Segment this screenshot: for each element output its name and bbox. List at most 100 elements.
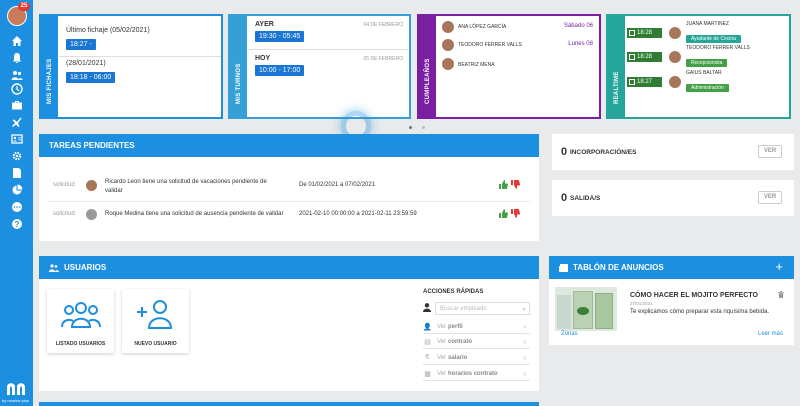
tareas-card: TAREAS PENDIENTES solicitud Ricardo Leon…: [39, 134, 539, 241]
person-icon: 👤: [423, 323, 432, 331]
role-badge: Ayudante de Cocina: [686, 35, 741, 43]
usuarios-header: USUARIOS: [39, 256, 539, 279]
buscar-empleado-select[interactable]: Buscar empleado: [435, 302, 530, 315]
post-date: 27/01/2021: [630, 301, 653, 306]
document-icon: ▤: [424, 338, 431, 346]
role-badge: Recepcionista: [686, 59, 728, 67]
help-icon[interactable]: ?: [9, 217, 24, 230]
post-body: Te explicamos cómo preparar esta riquísi…: [630, 309, 770, 315]
avatar: [668, 26, 682, 40]
acciones-rapidas-title: ACCIONES RÁPIDAS: [423, 289, 484, 295]
nuevo-usuario-tile[interactable]: NUEVO USUARIO: [122, 289, 189, 353]
row-text: Ricardo Leon tiene una solicitud de vaca…: [105, 179, 267, 194]
cogs-icon[interactable]: [9, 149, 24, 162]
cumple-name-0: ANA LÓPEZ GARCÍA: [458, 24, 507, 30]
ver-horarios-action[interactable]: ▦ Ver horarios contrato ›: [423, 367, 530, 381]
carousel-dot[interactable]: [422, 126, 425, 129]
cumple-tab[interactable]: CUMPLEAÑOS: [419, 16, 436, 117]
add-user-icon: [137, 300, 173, 329]
chevron-right-icon: ›: [523, 353, 526, 362]
sidebar: 25 ? by nomina plus: [0, 0, 33, 406]
briefcase-icon[interactable]: [9, 98, 24, 111]
person-icon: [423, 303, 431, 312]
chat-icon[interactable]: [9, 200, 24, 213]
cumple-name-2: BEATRIZ MENA: [458, 62, 495, 68]
users-icon: [49, 263, 59, 272]
ver-salida-button[interactable]: VER: [758, 191, 782, 204]
tareas-header: TAREAS PENDIENTES: [39, 134, 539, 157]
ver-salario-action[interactable]: € Ver salario ›: [423, 351, 530, 365]
next-card-header: [39, 402, 539, 406]
cumple-panel: CUMPLEAÑOS ANA LÓPEZ GARCÍA Sábado 06 TE…: [417, 14, 601, 119]
ver-incorporacion-button[interactable]: VER: [758, 145, 782, 158]
turno-time-1: 10:00 - 17:00: [255, 65, 305, 76]
chevron-right-icon: ›: [523, 369, 526, 378]
clock-in-badge: 18:28: [627, 52, 662, 62]
avatar: [668, 75, 682, 89]
turno-day-0: AYER: [255, 21, 274, 28]
realtime-name: TEODORO FERRER VALLS: [686, 45, 750, 51]
incorporacion-card: 0 INCORPORACIÓN/ES VER: [552, 134, 794, 170]
fichajes-tab[interactable]: MIS FICHAJES: [41, 16, 58, 117]
post-title[interactable]: CÓMO HACER EL MOJITO PERFECTO: [630, 292, 758, 299]
ver-perfil-action[interactable]: 👤 Ver perfil ›: [423, 320, 530, 334]
users-group-icon: [61, 302, 101, 328]
thumbs-down-icon[interactable]: [511, 209, 520, 218]
realtime-name: JUANA MARTINEZ: [686, 21, 729, 27]
trash-icon[interactable]: [778, 291, 784, 298]
pie-chart-icon[interactable]: [9, 183, 24, 196]
leer-mas-link[interactable]: Leer más: [758, 331, 783, 337]
thumbs-up-icon[interactable]: [499, 209, 508, 218]
door-icon: [629, 30, 635, 36]
turnos-tab[interactable]: MIS TURNOS: [230, 16, 247, 117]
id-card-icon[interactable]: [9, 132, 24, 145]
turno-date-0: 04 DE FEBRERO: [363, 22, 403, 28]
listado-usuarios-tile[interactable]: LISTADO USUARIOS: [47, 289, 114, 353]
document-icon[interactable]: [9, 166, 24, 179]
incorporacion-label: INCORPORACIÓN/ES: [570, 149, 637, 156]
row-type: solicitud: [53, 211, 75, 217]
realtime-tab[interactable]: REALTIME: [608, 16, 625, 117]
fichaje-title-0: Último fichaje (05/02/2021): [66, 27, 150, 34]
avatar: [85, 208, 98, 221]
svg-text:?: ?: [14, 220, 19, 229]
fichaje-time-0: 18:27 -: [66, 39, 96, 50]
turno-day-1: HOY: [255, 55, 271, 62]
newspaper-icon: [559, 263, 568, 272]
row-type: solicitud: [53, 182, 75, 188]
role-badge: Administración: [686, 84, 729, 92]
category-link[interactable]: Zonas: [561, 331, 578, 337]
cumple-name-1: TEODORO FERRER VALLS: [458, 42, 522, 48]
thumbs-down-icon[interactable]: [511, 180, 520, 189]
tablon-card: TABLÓN DE ANUNCIOS + CÓMO HACER EL MOJIT…: [549, 256, 794, 345]
add-announcement-button[interactable]: +: [775, 260, 783, 274]
chevron-right-icon: ›: [523, 337, 526, 346]
turno-date-1: 05 DE FEBRERO: [363, 56, 403, 62]
clock-in-badge: 18:28: [627, 28, 662, 38]
fichajes-panel: MIS FICHAJES Último fichaje (05/02/2021)…: [39, 14, 223, 119]
chevron-right-icon: ›: [523, 322, 526, 331]
users-icon[interactable]: [9, 68, 24, 81]
plane-icon[interactable]: [9, 115, 24, 128]
brand-text: by nomina plus: [2, 398, 29, 403]
avatar: [441, 20, 455, 34]
turnos-panel: MIS TURNOS AYER 04 DE FEBRERO 19:30 - 05…: [228, 14, 411, 119]
calendar-icon: ▦: [424, 370, 431, 378]
clock-icon[interactable]: [9, 82, 24, 95]
avatar: [441, 57, 455, 71]
door-icon: [629, 79, 635, 85]
bell-icon[interactable]: [9, 51, 24, 64]
avatar: [85, 179, 98, 192]
ver-contrato-action[interactable]: ▤ Ver contrato ›: [423, 335, 530, 349]
salida-count: 0: [561, 192, 568, 204]
row-text: Roque Medina tiene una solicitud de ause…: [105, 211, 284, 217]
carousel-dot[interactable]: [409, 126, 412, 129]
door-icon: [629, 54, 635, 60]
thumbs-up-icon[interactable]: [499, 180, 508, 189]
realtime-row: 18:27 GAIUS BALTAR Administración: [627, 70, 729, 94]
home-icon[interactable]: [9, 34, 24, 47]
row-range: 2021-02-10 00:00:00 a 2021-02-11 23:59:5…: [299, 211, 417, 217]
row-range: De 01/02/2021 a 07/02/2021: [299, 182, 376, 188]
realtime-name: GAIUS BALTAR: [686, 70, 722, 76]
cumple-date-1: Lunes 08: [568, 41, 593, 47]
